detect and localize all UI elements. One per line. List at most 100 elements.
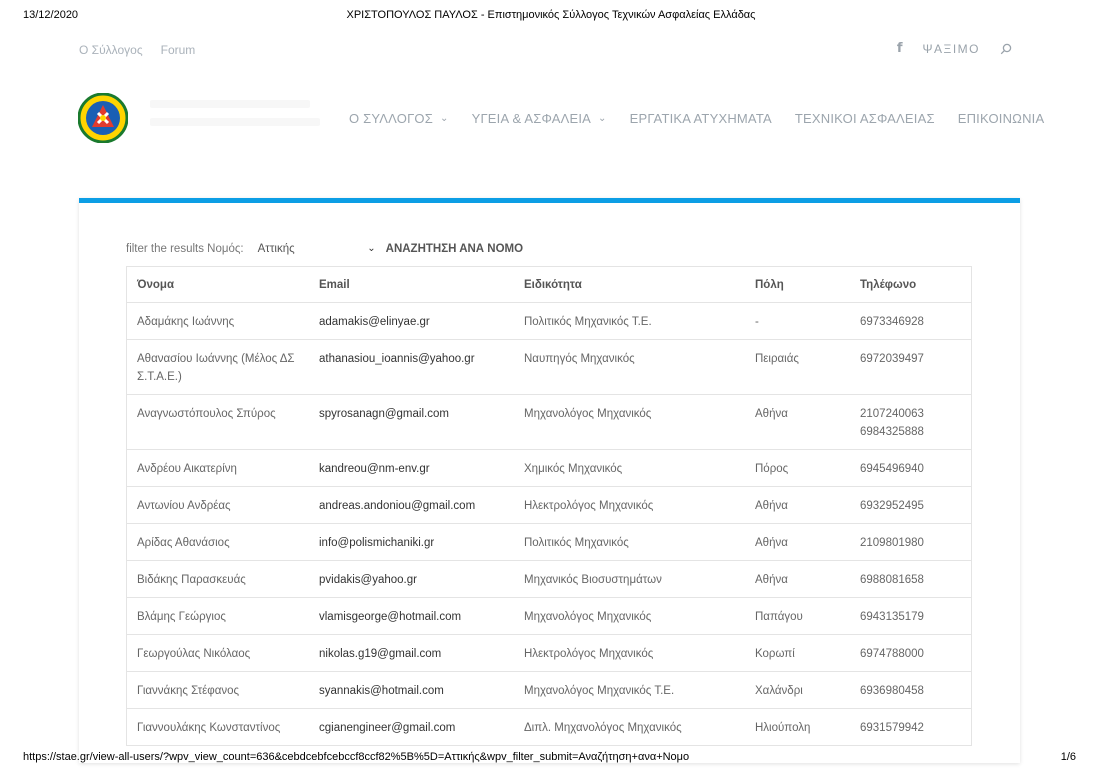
table-row: Γεωργούλας Νικόλαος nikolas.g19@gmail.com… (126, 634, 972, 672)
cell-name: Αθανασίου Ιωάννης (Μέλος ΔΣ Σ.Τ.Α.Ε.) (126, 339, 309, 395)
cell-phone: 6943135179 (850, 597, 972, 635)
cell-email[interactable]: pvidakis@yahoo.gr (309, 560, 514, 598)
cell-phone: 6988081658 (850, 560, 972, 598)
top-link-syllogos[interactable]: Ο Σύλλογος (79, 43, 143, 57)
cell-phone: 6973346928 (850, 302, 972, 340)
cell-name: Γιαννάκης Στέφανος (126, 671, 309, 709)
nav-label: ΕΡΓΑΤΙΚΑ ΑΤΥΧΗΜΑΤΑ (629, 111, 772, 126)
cell-city: Πόρος (745, 449, 850, 487)
cell-name: Αναγνωστόπουλος Σπύρος (126, 394, 309, 450)
nav-item-ygeia[interactable]: ΥΓΕΙΑ & ΑΣΦΑΛΕΙΑ ⌄ (472, 111, 607, 126)
top-bar: Ο Σύλλογος Forum f ΨΑΞΙΜΟ (0, 41, 1102, 59)
column-header-name[interactable]: Όνομα (126, 266, 309, 303)
column-header-email[interactable]: Email (309, 266, 514, 303)
cell-city: Ηλιούπολη (745, 708, 850, 746)
nav-item-texnikoi[interactable]: ΤΕΧΝΙΚΟΙ ΑΣΦΑΛΕΙΑΣ (795, 111, 935, 126)
cell-email[interactable]: adamakis@elinyae.gr (309, 302, 514, 340)
cell-email[interactable]: syannakis@hotmail.com (309, 671, 514, 709)
filter-submit-button[interactable]: ΑΝΑΖΗΤΗΣΗ ΑΝΑ ΝΟΜΟ (386, 243, 523, 255)
chevron-down-icon: ⌄ (367, 243, 376, 254)
cell-name: Αντωνίου Ανδρέας (126, 486, 309, 524)
cell-specialty: Ηλεκτρολόγος Μηχανικός (514, 486, 745, 524)
cell-phone: 6931579942 (850, 708, 972, 746)
nav-label: ΤΕΧΝΙΚΟΙ ΑΣΦΑΛΕΙΑΣ (794, 111, 935, 126)
filter-bar: filter the results Νομός: Αττικής ⌄ ΑΝΑΖ… (126, 243, 523, 255)
cell-specialty: Χημικός Μηχανικός (514, 449, 745, 487)
table-row: Γιαννάκης Στέφανος syannakis@hotmail.com Μ… (126, 671, 972, 709)
column-header-specialty[interactable]: Ειδικότητα (514, 266, 745, 303)
table-row: Αρίδας Αθανάσιος info@polismichaniki.gr Πο… (126, 523, 972, 561)
column-header-phone[interactable]: Τηλέφωνο (850, 266, 972, 303)
nav-label: ΕΠΙΚΟΙΝΩΝΙΑ (957, 111, 1045, 126)
cell-specialty: Μηχανολόγος Μηχανικός Τ.Ε. (514, 671, 745, 709)
chevron-down-icon: ⌄ (598, 113, 607, 124)
cell-phone: 6936980458 (850, 671, 972, 709)
cell-specialty: Μηχανολόγος Μηχανικός (514, 394, 745, 450)
search-icon[interactable] (1000, 43, 1012, 55)
cell-name: Αδαμάκης Ιωάννης (126, 302, 309, 340)
table-header-row: Όνομα Email Ειδικότητα Πόλη Τηλέφωνο (126, 266, 972, 303)
cell-city: Χαλάνδρι (745, 671, 850, 709)
nav-item-epikoinonia[interactable]: ΕΠΙΚΟΙΝΩΝΙΑ (958, 111, 1045, 126)
cell-city: Αθήνα (745, 523, 850, 561)
cell-email[interactable]: spyrosanagn@gmail.com (309, 394, 514, 450)
column-header-city[interactable]: Πόλη (745, 266, 850, 303)
nav-label: Ο ΣΥΛΛΟΓΟΣ (349, 111, 433, 126)
facebook-icon[interactable]: f (897, 41, 903, 56)
cell-city: Αθήνα (745, 394, 850, 450)
cell-email[interactable]: kandreou@nm-env.gr (309, 449, 514, 487)
filter-label: filter the results Νομός: (126, 243, 244, 255)
table-row: Αδαμάκης Ιωάννης adamakis@elinyae.gr Πολιτ… (126, 302, 972, 340)
print-url: https://stae.gr/view-all-users/?wpv_view… (23, 751, 690, 763)
region-select-value: Αττικής (257, 243, 295, 255)
print-title: ΧΡΙΣΤΟΠΟΥΛΟΣ ΠΑΥΛΟΣ - Επιστημονικός Σύλλ… (346, 9, 756, 21)
table-row: Γιαννουλάκης Κωνσταντίνος cgianengineer@g… (126, 708, 972, 746)
main-navigation: Ο ΣΥΛΛΟΓΟΣ ⌄ ΥΓΕΙΑ & ΑΣΦΑΛΕΙΑ ⌄ ΕΡΓΑΤΙΚΑ… (349, 111, 1067, 126)
table-row: Αθανασίου Ιωάννης (Μέλος ΔΣ Σ.Τ.Α.Ε.) ath… (126, 339, 972, 395)
cell-specialty: Πολιτικός Μηχανικός (514, 523, 745, 561)
cell-email[interactable]: vlamisgeorge@hotmail.com (309, 597, 514, 635)
cell-specialty: Μηχανικός Βιοσυστημάτων (514, 560, 745, 598)
table-row: Βιδάκης Παρασκευάς pvidakis@yahoo.gr Μηχαν… (126, 560, 972, 598)
cell-specialty: Ηλεκτρολόγος Μηχανικός (514, 634, 745, 672)
cell-name: Βιδάκης Παρασκευάς (126, 560, 309, 598)
cell-phone: 6932952495 (850, 486, 972, 524)
cell-phone: 2109801980 (850, 523, 972, 561)
cell-phone: 6972039497 (850, 339, 972, 395)
cell-email[interactable]: andreas.andoniou@gmail.com (309, 486, 514, 524)
nav-item-syllogos[interactable]: Ο ΣΥΛΛΟΓΟΣ ⌄ (349, 111, 449, 126)
users-table: Όνομα Email Ειδικότητα Πόλη Τηλέφωνο Αδα… (126, 266, 972, 746)
cell-city: Αθήνα (745, 486, 850, 524)
cell-email[interactable]: nikolas.g19@gmail.com (309, 634, 514, 672)
cell-email[interactable]: cgianengineer@gmail.com (309, 708, 514, 746)
site-logo[interactable] (77, 92, 129, 144)
cell-city: Παπάγου (745, 597, 850, 635)
table-row: Βλάμης Γεώργιος vlamisgeorge@hotmail.com Μ… (126, 597, 972, 635)
nav-label: ΥΓΕΙΑ & ΑΣΦΑΛΕΙΑ (471, 111, 592, 126)
chevron-down-icon: ⌄ (439, 113, 449, 124)
top-links: Ο Σύλλογος Forum (79, 43, 195, 57)
cell-email[interactable]: info@polismichaniki.gr (309, 523, 514, 561)
print-page-number: 1/6 (1060, 751, 1076, 763)
cell-email[interactable]: athanasiou_ioannis@yahoo.gr (309, 339, 514, 395)
table-row: Ανδρέου Αικατερίνη kandreou@nm-env.gr Χημι… (126, 449, 972, 487)
cell-name: Γεωργούλας Νικόλαος (126, 634, 309, 672)
cell-specialty: Διπλ. Μηχανολόγος Μηχανικός (514, 708, 745, 746)
top-link-forum[interactable]: Forum (161, 43, 196, 57)
site-name-placeholder (150, 100, 320, 140)
cell-phone: 6945496940 (850, 449, 972, 487)
cell-name: Ανδρέου Αικατερίνη (126, 449, 309, 487)
cell-phone: 2107240063 6984325888 (850, 394, 972, 450)
nav-item-atyximata[interactable]: ΕΡΓΑΤΙΚΑ ΑΤΥΧΗΜΑΤΑ (630, 111, 772, 126)
cell-name: Αρίδας Αθανάσιος (126, 523, 309, 561)
table-row: Αντωνίου Ανδρέας andreas.andoniou@gmail.c… (126, 486, 972, 524)
region-select[interactable]: Αττικής ⌄ (258, 243, 376, 255)
cell-phone: 6974788000 (850, 634, 972, 672)
search-label[interactable]: ΨΑΞΙΜΟ (923, 42, 981, 56)
top-actions: f ΨΑΞΙΜΟ (897, 41, 1012, 56)
cell-name: Βλάμης Γεώργιος (126, 597, 309, 635)
cell-city: Κορωπί (745, 634, 850, 672)
table-row: Αναγνωστόπουλος Σπύρος spyrosanagn@gmail.… (126, 394, 972, 450)
cell-name: Γιαννουλάκης Κωνσταντίνος (126, 708, 309, 746)
cell-city: Αθήνα (745, 560, 850, 598)
